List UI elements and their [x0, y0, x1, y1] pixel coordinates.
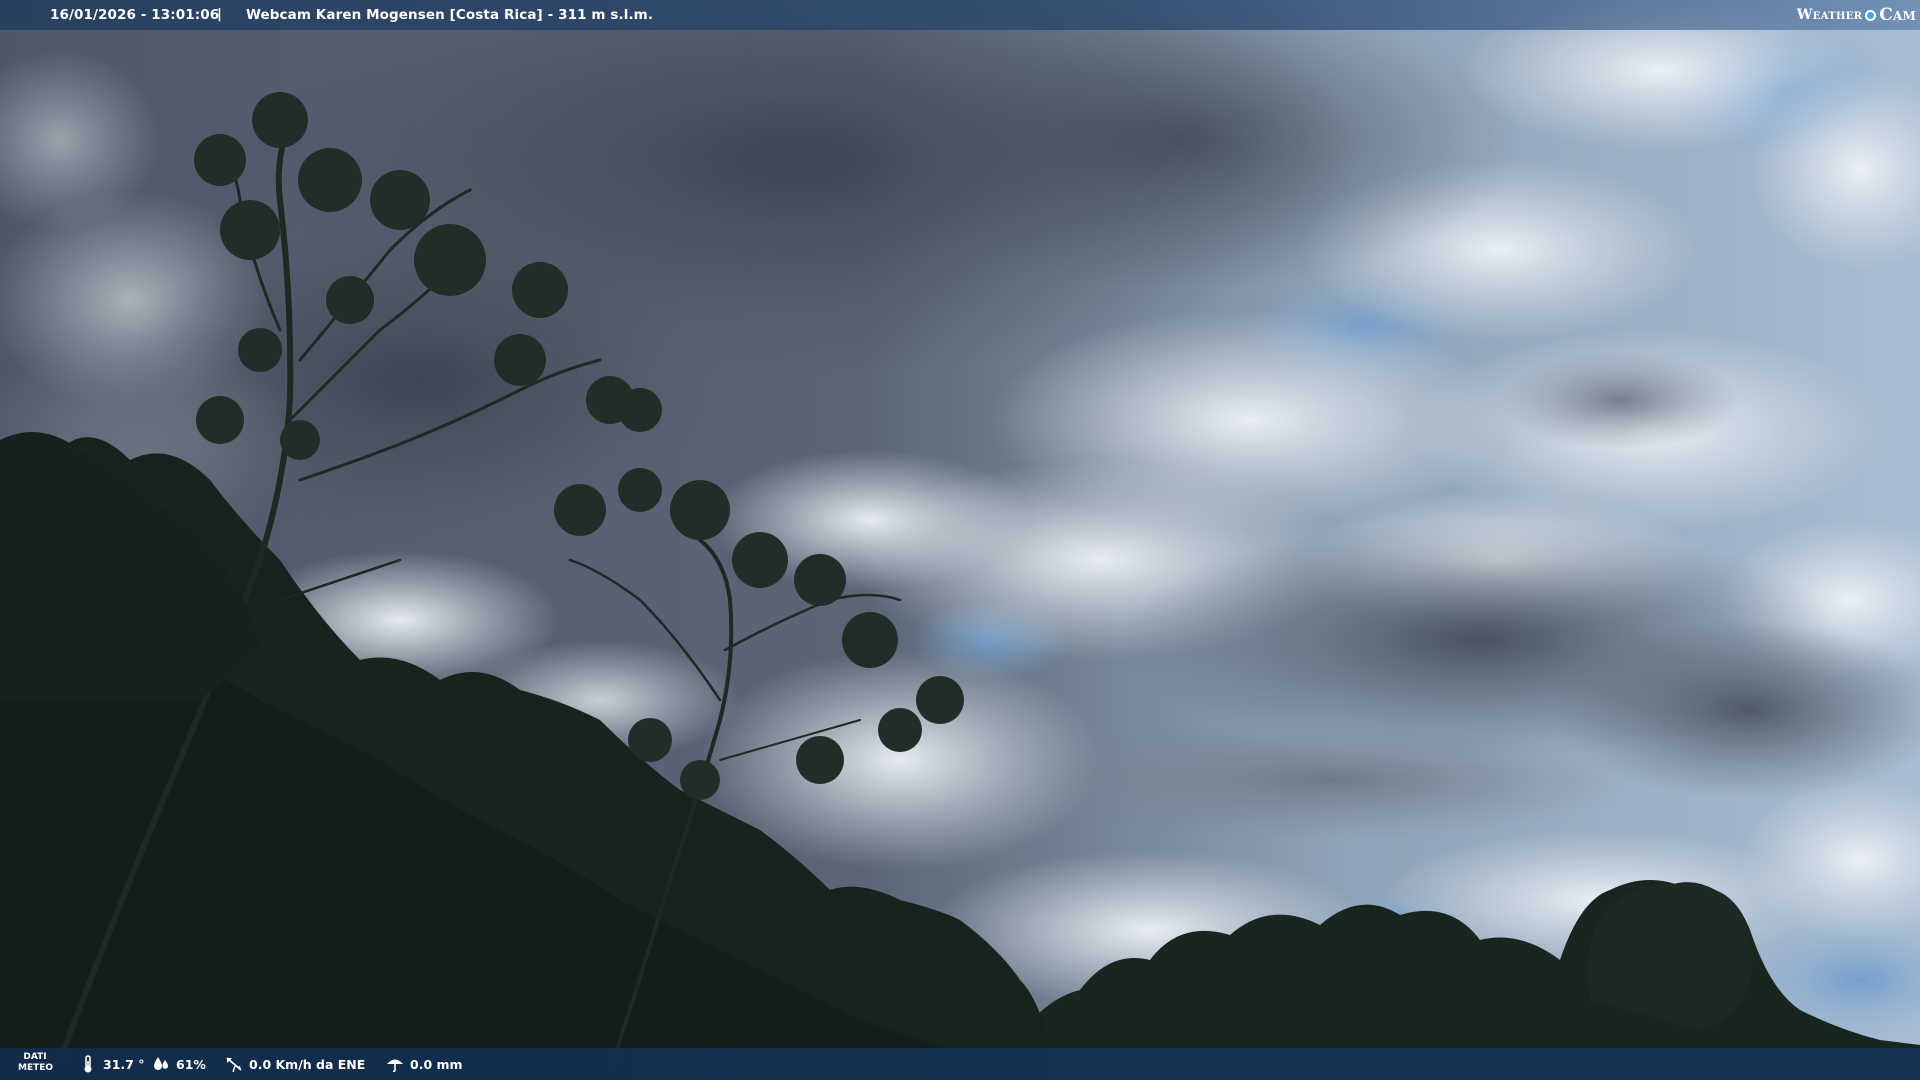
rain-value: 0.0 mm	[410, 1056, 463, 1072]
separator: |	[217, 6, 223, 22]
humidity-readout: 61%	[151, 1056, 206, 1072]
top-info-bar: 16/01/2026 - 13:01:06 | Webcam Karen Mog…	[0, 0, 1920, 30]
logo-dot-icon	[1865, 9, 1877, 21]
weather-data-label-line1: DATI	[23, 1052, 47, 1062]
weathercam-logo: Weather Cam	[1797, 3, 1916, 27]
webcam-image	[0, 0, 1920, 1080]
temperature-value: 31.7 °	[103, 1056, 145, 1072]
weather-data-label: DATI METEO	[18, 1052, 54, 1074]
logo-weather-text: Weather	[1796, 7, 1863, 23]
logo-cam-text: Cam	[1879, 5, 1916, 25]
thermometer-icon	[84, 1055, 92, 1073]
humidity-value: 61%	[176, 1056, 206, 1072]
rain-readout: 0.0 mm	[385, 1056, 463, 1073]
timestamp: 16/01/2026 - 13:01:06	[50, 7, 220, 23]
wind-value: 0.0 Km/h da ENE	[249, 1056, 366, 1072]
wind-readout: 0.0 Km/h da ENE	[224, 1056, 366, 1073]
temperature-readout: 31.7 °	[78, 1055, 145, 1073]
weather-data-label-line2: METEO	[18, 1063, 54, 1073]
webcam-location: Webcam Karen Mogensen [Costa Rica] - 311…	[246, 7, 654, 23]
humidity-drops-icon	[154, 1057, 168, 1070]
wind-vane-icon	[226, 1057, 242, 1073]
umbrella-icon	[387, 1059, 403, 1073]
weather-data-bar: DATI METEO 31.7 ° 61% 0.0 Km/h da ENE 0.…	[0, 1048, 1920, 1080]
